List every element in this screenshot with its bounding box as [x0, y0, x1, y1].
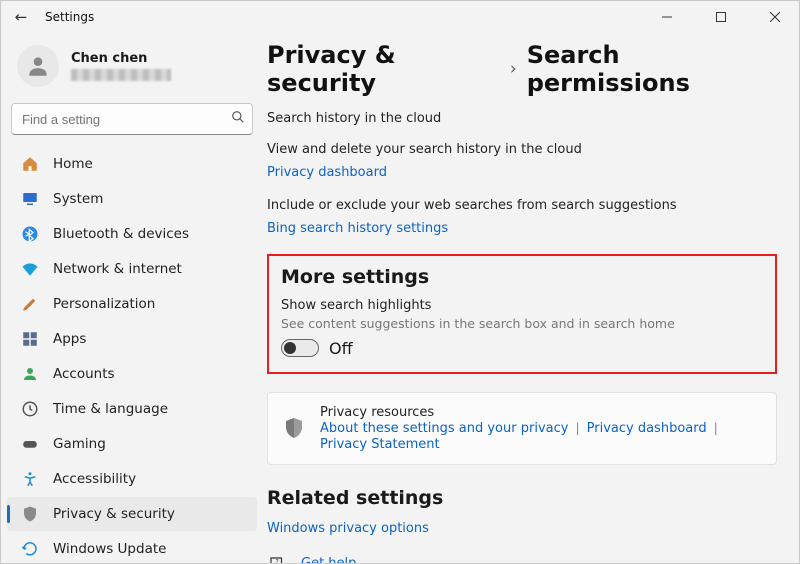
cloud-desc: View and delete your search history in t… — [267, 142, 777, 157]
sidebar-item-label: Privacy & security — [53, 506, 175, 522]
search-input[interactable] — [11, 103, 253, 135]
breadcrumb-parent[interactable]: Privacy & security — [267, 41, 500, 97]
sidebar-item-label: Gaming — [53, 436, 106, 452]
main-content: Privacy & security › Search permissions … — [263, 33, 799, 563]
close-button[interactable] — [753, 2, 797, 32]
help-icon: ? — [267, 554, 287, 563]
bluetooth-icon — [21, 225, 39, 243]
get-help-row[interactable]: ? Get help — [267, 554, 777, 563]
shield-icon — [21, 505, 39, 523]
settings-window: ← Settings Chen chen — [0, 0, 800, 564]
priv-statement-link[interactable]: Privacy Statement — [320, 437, 440, 452]
breadcrumb: Privacy & security › Search permissions — [267, 41, 777, 97]
nav-list: Home System Bluetooth & devices Network … — [5, 147, 259, 563]
clock-icon — [21, 400, 39, 418]
update-icon — [21, 540, 39, 558]
sidebar-item-label: Network & internet — [53, 261, 182, 277]
gamepad-icon — [21, 435, 39, 453]
more-settings-title: More settings — [281, 266, 763, 288]
related-settings-title: Related settings — [267, 487, 777, 509]
avatar — [17, 45, 59, 87]
shield-icon — [282, 416, 306, 440]
sidebar-item-gaming[interactable]: Gaming — [7, 427, 257, 461]
profile-name: Chen chen — [71, 51, 171, 67]
profile-email — [71, 69, 171, 81]
sidebar-item-label: System — [53, 191, 103, 207]
more-settings-box: More settings Show search highlights See… — [267, 254, 777, 374]
home-icon — [21, 155, 39, 173]
priv-card-title: Privacy resources — [320, 405, 762, 420]
cloud-heading: Search history in the cloud — [267, 111, 777, 128]
about-settings-link[interactable]: About these settings and your privacy — [320, 421, 568, 436]
sidebar-item-label: Apps — [53, 331, 86, 347]
sidebar-item-label: Accounts — [53, 366, 115, 382]
highlights-desc: See content suggestions in the search bo… — [281, 316, 763, 331]
sidebar-item-label: Accessibility — [53, 471, 136, 487]
person-icon — [21, 365, 39, 383]
sidebar-item-apps[interactable]: Apps — [7, 322, 257, 356]
search-icon — [231, 110, 245, 128]
bing-history-link[interactable]: Bing search history settings — [267, 221, 448, 236]
highlights-toggle[interactable] — [281, 339, 319, 357]
chevron-right-icon: › — [510, 59, 517, 79]
sidebar-item-bluetooth[interactable]: Bluetooth & devices — [7, 217, 257, 251]
accessibility-icon — [21, 470, 39, 488]
sidebar-item-windows-update[interactable]: Windows Update — [7, 532, 257, 563]
maximize-button[interactable] — [699, 2, 743, 32]
bing-desc: Include or exclude your web searches fro… — [267, 198, 777, 213]
sidebar-item-label: Bluetooth & devices — [53, 226, 189, 242]
sidebar-item-time-language[interactable]: Time & language — [7, 392, 257, 426]
sidebar-item-label: Home — [53, 156, 93, 172]
system-icon — [21, 190, 39, 208]
sidebar-item-accessibility[interactable]: Accessibility — [7, 462, 257, 496]
highlights-state: Off — [329, 339, 353, 358]
windows-privacy-options-link[interactable]: Windows privacy options — [267, 521, 429, 536]
sidebar-item-label: Windows Update — [53, 541, 166, 557]
sidebar-item-label: Time & language — [53, 401, 168, 417]
sidebar-item-home[interactable]: Home — [7, 147, 257, 181]
minimize-button[interactable] — [645, 2, 689, 32]
get-help-link[interactable]: Get help — [301, 556, 356, 563]
window-title: Settings — [45, 10, 94, 24]
wifi-icon — [21, 260, 39, 278]
svg-text:?: ? — [276, 558, 279, 563]
profile-block[interactable]: Chen chen — [5, 37, 259, 97]
privacy-dashboard-link[interactable]: Privacy dashboard — [267, 165, 387, 180]
apps-icon — [21, 330, 39, 348]
sidebar-item-privacy-security[interactable]: Privacy & security — [7, 497, 257, 531]
sidebar-item-accounts[interactable]: Accounts — [7, 357, 257, 391]
paintbrush-icon — [21, 295, 39, 313]
sidebar-item-personalization[interactable]: Personalization — [7, 287, 257, 321]
priv-dashboard-link[interactable]: Privacy dashboard — [587, 421, 707, 436]
breadcrumb-current: Search permissions — [527, 41, 777, 97]
back-button[interactable]: ← — [7, 8, 35, 26]
highlights-label: Show search highlights — [281, 298, 763, 313]
sidebar-item-network[interactable]: Network & internet — [7, 252, 257, 286]
sidebar: Chen chen Home System — [1, 33, 263, 563]
privacy-resources-card: Privacy resources About these settings a… — [267, 392, 777, 465]
search-container — [11, 103, 253, 135]
sidebar-item-system[interactable]: System — [7, 182, 257, 216]
sidebar-item-label: Personalization — [53, 296, 155, 312]
title-bar: ← Settings — [1, 1, 799, 33]
